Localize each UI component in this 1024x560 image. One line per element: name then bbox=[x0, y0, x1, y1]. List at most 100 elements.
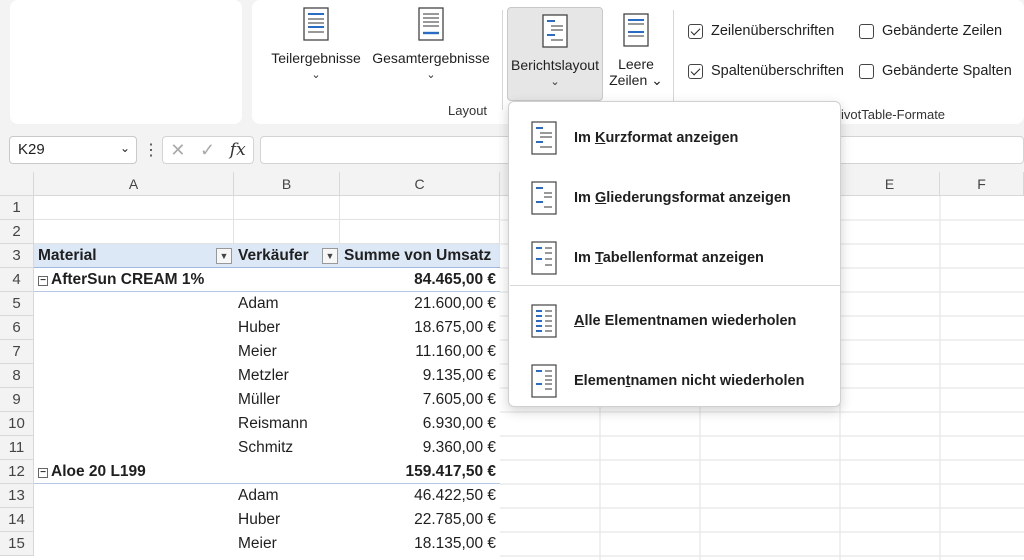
column-header-b[interactable]: B bbox=[234, 172, 340, 196]
pivot-value[interactable]: 11.160,00 € bbox=[340, 340, 500, 364]
row-header[interactable]: 12 bbox=[0, 460, 34, 484]
row-header[interactable]: 6 bbox=[0, 316, 34, 340]
cancel-icon[interactable]: ✕ bbox=[170, 140, 185, 161]
menu-item-no-repeat-labels[interactable]: Elementnamen nicht wiederholen bbox=[509, 353, 840, 409]
subtotals-button[interactable]: Teilergebnisse ⌄ bbox=[268, 6, 364, 90]
pivot-value[interactable]: 9.360,00 € bbox=[340, 436, 500, 460]
menu-item-tabular[interactable]: Im Tabellenformat anzeigen bbox=[509, 230, 840, 286]
cell[interactable] bbox=[34, 292, 234, 460]
insert-function-icon[interactable]: fx bbox=[230, 140, 246, 160]
row-header[interactable]: 5 bbox=[0, 292, 34, 316]
row-header[interactable]: 14 bbox=[0, 508, 34, 532]
filter-dropdown-icon[interactable]: ▼ bbox=[322, 248, 338, 264]
pivot-seller[interactable]: Müller bbox=[234, 388, 340, 412]
outline-form-icon bbox=[531, 181, 557, 215]
pivot-value[interactable]: 22.785,00 € bbox=[340, 508, 500, 532]
grandtotals-icon bbox=[418, 7, 444, 41]
collapse-icon[interactable]: − bbox=[38, 468, 48, 478]
row-header[interactable]: 10 bbox=[0, 412, 34, 436]
chevron-down-icon: ⌄ bbox=[550, 76, 560, 88]
checkbox-unchecked-icon bbox=[859, 23, 874, 39]
blank-rows-icon bbox=[623, 13, 649, 47]
pivot-seller[interactable]: Adam bbox=[234, 484, 340, 508]
chevron-down-icon: ⌄ bbox=[426, 69, 436, 81]
subtotals-label: Teilergebnisse bbox=[271, 50, 361, 66]
pivot-seller[interactable]: Metzler bbox=[234, 364, 340, 388]
report-layout-menu: Im Kurzformat anzeigen Im Gliederungsfor… bbox=[508, 101, 841, 407]
cell[interactable] bbox=[234, 220, 340, 244]
pivot-value[interactable]: 18.675,00 € bbox=[340, 316, 500, 340]
formula-buttons: ✕ ✓ fx bbox=[162, 136, 254, 164]
pivot-value[interactable]: 18.135,00 € bbox=[340, 532, 500, 556]
ribbon-panel-left bbox=[10, 0, 242, 124]
row-header[interactable]: 11 bbox=[0, 436, 34, 460]
pivot-seller[interactable]: Schmitz bbox=[234, 436, 340, 460]
grandtotals-label: Gesamtergebnisse bbox=[372, 50, 490, 66]
ribbon-separator bbox=[673, 10, 674, 110]
row-headers-checkbox[interactable]: Zeilenüberschriften bbox=[688, 23, 834, 39]
cell[interactable] bbox=[234, 196, 340, 220]
collapse-icon[interactable]: − bbox=[38, 276, 48, 286]
pivot-seller[interactable]: Meier bbox=[234, 532, 340, 556]
report-layout-icon bbox=[542, 14, 568, 48]
pivot-group-row[interactable]: − Aloe 20 L199 bbox=[34, 460, 340, 484]
menu-item-compact[interactable]: Im Kurzformat anzeigen bbox=[509, 110, 840, 166]
pivot-value[interactable]: 21.600,00 € bbox=[340, 292, 500, 316]
pivot-seller[interactable]: Meier bbox=[234, 340, 340, 364]
banded-cols-checkbox[interactable]: Gebänderte Spalten bbox=[859, 63, 1012, 79]
menu-item-outline[interactable]: Im Gliederungsformat anzeigen bbox=[509, 170, 840, 226]
row-header[interactable]: 2 bbox=[0, 220, 34, 244]
row-header[interactable]: 1 bbox=[0, 196, 34, 220]
row-header[interactable]: 13 bbox=[0, 484, 34, 508]
banded-rows-checkbox[interactable]: Gebänderte Zeilen bbox=[859, 23, 1002, 39]
row-header[interactable]: 7 bbox=[0, 340, 34, 364]
chevron-down-icon: ⌄ bbox=[311, 69, 321, 81]
column-header-f[interactable]: F bbox=[940, 172, 1024, 196]
pivot-header-sum[interactable]: Summe von Umsatz bbox=[340, 244, 500, 268]
cell[interactable] bbox=[34, 196, 234, 220]
more-options-icon[interactable]: ⋮ bbox=[143, 140, 159, 160]
grandtotals-button[interactable]: Gesamtergebnisse ⌄ bbox=[368, 6, 494, 90]
row-header[interactable]: 8 bbox=[0, 364, 34, 388]
blank-rows-button[interactable]: Leere Zeilen ⌄ bbox=[606, 7, 666, 97]
repeat-labels-icon bbox=[531, 304, 557, 338]
checkbox-checked-icon bbox=[688, 23, 703, 39]
report-layout-label: Berichtslayout bbox=[511, 57, 599, 73]
pivot-group-row[interactable]: − AfterSun CREAM 1% bbox=[34, 268, 340, 292]
report-layout-button[interactable]: Berichtslayout ⌄ bbox=[507, 7, 603, 101]
column-header-e[interactable]: E bbox=[840, 172, 940, 196]
pivot-group-total[interactable]: 84.465,00 € bbox=[340, 268, 500, 292]
column-header-a[interactable]: A bbox=[34, 172, 234, 196]
blank-rows-label-1: Leere bbox=[618, 56, 654, 72]
pivot-seller[interactable]: Reismann bbox=[234, 412, 340, 436]
pivot-seller[interactable]: Adam bbox=[234, 292, 340, 316]
pivot-header-seller[interactable]: Verkäufer ▼ bbox=[234, 244, 340, 268]
column-header-c[interactable]: C bbox=[340, 172, 500, 196]
pivot-value[interactable]: 6.930,00 € bbox=[340, 412, 500, 436]
cell[interactable] bbox=[340, 196, 500, 220]
compact-form-icon bbox=[531, 121, 557, 155]
menu-item-repeat-labels[interactable]: Alle Elementnamen wiederholen bbox=[509, 293, 840, 349]
tabular-form-icon bbox=[531, 241, 557, 275]
blank-rows-label-2: Zeilen ⌄ bbox=[609, 72, 663, 88]
row-header[interactable]: 15 bbox=[0, 532, 34, 556]
row-header[interactable]: 3 bbox=[0, 244, 34, 268]
checkbox-checked-icon bbox=[688, 63, 703, 79]
pivot-value[interactable]: 9.135,00 € bbox=[340, 364, 500, 388]
pivot-seller[interactable]: Huber bbox=[234, 508, 340, 532]
checkbox-unchecked-icon bbox=[859, 63, 874, 79]
confirm-icon[interactable]: ✓ bbox=[200, 140, 215, 161]
select-all-corner[interactable] bbox=[0, 172, 34, 196]
row-header[interactable]: 9 bbox=[0, 388, 34, 412]
row-header[interactable]: 4 bbox=[0, 268, 34, 292]
cell[interactable] bbox=[34, 220, 234, 244]
pivot-group-total[interactable]: 159.417,50 € bbox=[340, 460, 500, 484]
name-box[interactable]: K29 ⌄ bbox=[9, 136, 137, 164]
cell[interactable] bbox=[340, 220, 500, 244]
filter-dropdown-icon[interactable]: ▼ bbox=[216, 248, 232, 264]
pivot-header-material[interactable]: Material ▼ bbox=[34, 244, 234, 268]
pivot-value[interactable]: 7.605,00 € bbox=[340, 388, 500, 412]
pivot-seller[interactable]: Huber bbox=[234, 316, 340, 340]
col-headers-checkbox[interactable]: Spaltenüberschriften bbox=[688, 63, 844, 79]
pivot-value[interactable]: 46.422,50 € bbox=[340, 484, 500, 508]
